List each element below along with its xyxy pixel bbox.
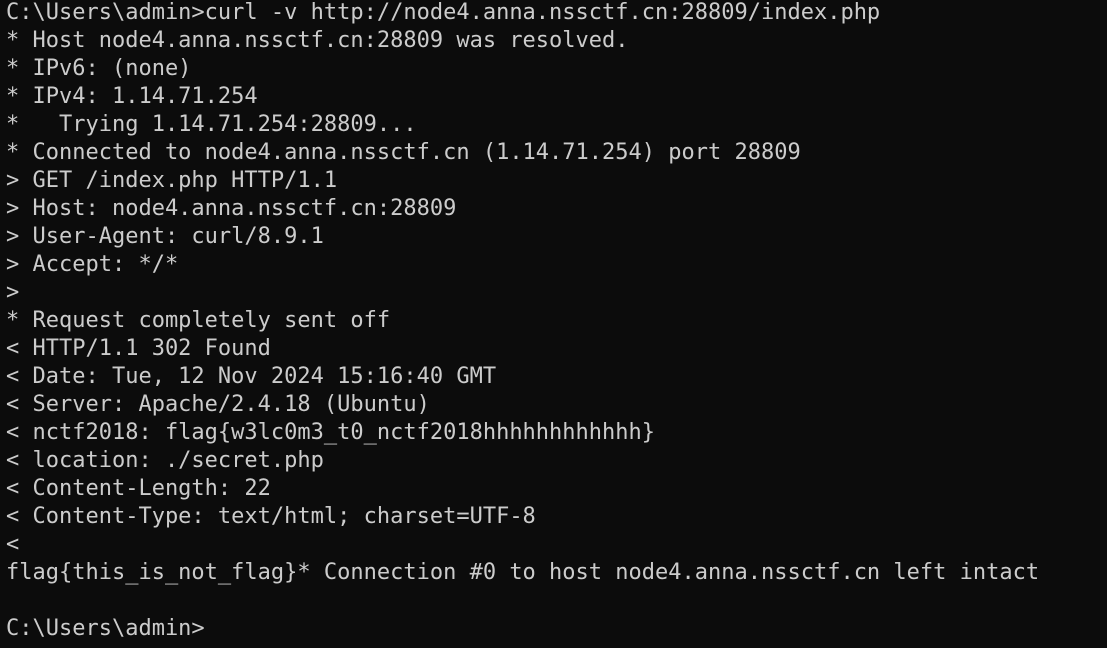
request-line: > GET /index.php HTTP/1.1 [6, 168, 338, 193]
response-status-line: < HTTP/1.1 302 Found [6, 336, 271, 361]
response-header-line: < location: ./secret.php [6, 448, 324, 473]
response-header-line: < Content-Length: 22 [6, 476, 271, 501]
terminal-window[interactable]: C:\Users\admin>curl -v http://node4.anna… [0, 0, 1107, 648]
request-header-line: > Host: node4.anna.nssctf.cn:28809 [6, 196, 457, 221]
output-line: * IPv6: (none) [6, 56, 192, 81]
response-header-line: < Content-Type: text/html; charset=UTF-8 [6, 504, 536, 529]
response-header-line: < Server: Apache/2.4.18 (Ubuntu) [6, 392, 430, 417]
request-header-line: > User-Agent: curl/8.9.1 [6, 224, 324, 249]
output-line: * Request completely sent off [6, 308, 391, 333]
response-header-line: < Date: Tue, 12 Nov 2024 15:16:40 GMT [6, 364, 497, 389]
output-line: * Connected to node4.anna.nssctf.cn (1.1… [6, 140, 801, 165]
prompt-line[interactable]: C:\Users\admin> [6, 615, 1107, 643]
request-end-line: > [6, 280, 20, 305]
response-header-line: < nctf2018: flag{w3lc0m3_t0_nctf2018hhhh… [6, 420, 656, 445]
output-line: * Trying 1.14.71.254:28809... [6, 112, 417, 137]
output-line: * IPv4: 1.14.71.254 [6, 84, 258, 109]
request-header-line: > Accept: */* [6, 252, 179, 277]
response-end-line: < [6, 532, 20, 557]
response-body-line: flag{this_is_not_flag}* Connection #0 to… [6, 560, 1040, 585]
command-line: C:\Users\admin>curl -v http://node4.anna… [6, 0, 881, 25]
output-line: * Host node4.anna.nssctf.cn:28809 was re… [6, 28, 629, 53]
